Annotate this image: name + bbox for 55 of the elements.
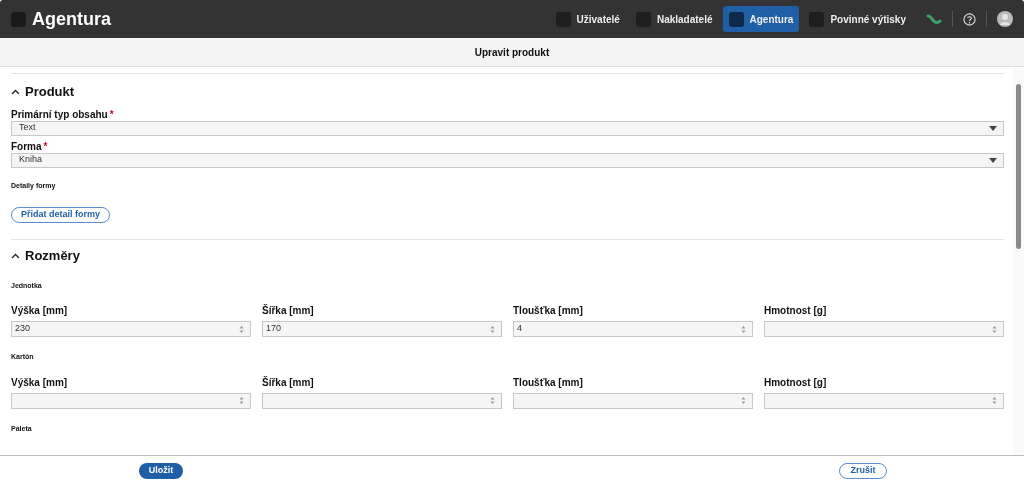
spinner-icon[interactable] [490, 324, 495, 334]
help-icon[interactable] [963, 12, 976, 26]
spinner-icon[interactable] [741, 396, 746, 405]
scrollbar[interactable] [1013, 67, 1024, 455]
select-field[interactable]: Text [11, 120, 1004, 136]
field-label: Výška [mm] [11, 304, 69, 318]
field-label: Tloušťka [mm] [513, 375, 584, 390]
logo-icon [11, 11, 26, 27]
field-label: Hmotnost [g] [764, 375, 828, 390]
spinner-icon[interactable] [239, 396, 244, 405]
section-title: Rozměry [25, 247, 80, 265]
number-field[interactable] [764, 392, 1004, 409]
caret-up-icon[interactable] [11, 88, 20, 95]
field-value: 4 [517, 322, 522, 336]
nav-icon [728, 11, 744, 27]
avatar-icon[interactable] [997, 11, 1013, 27]
field-label: Hmotnost [g] [764, 304, 828, 318]
caterpillar-icon[interactable] [926, 13, 942, 25]
required-mark: * [43, 139, 48, 154]
dialog-title: Upravit produkt [474, 45, 550, 60]
required-mark: * [109, 107, 114, 122]
scrollbar-thumb[interactable] [1016, 84, 1021, 249]
spinner-icon[interactable] [490, 396, 495, 405]
field-label: Šířka [mm] [262, 375, 315, 390]
nav-tab[interactable]: Agentura [722, 6, 800, 32]
field-value: 170 [266, 322, 282, 336]
nav-tab[interactable]: Uživatelé [549, 6, 626, 32]
caret-up-icon[interactable] [11, 252, 20, 259]
number-field[interactable]: 170 [262, 321, 502, 337]
number-field[interactable] [262, 392, 502, 409]
spinner-icon[interactable] [992, 396, 997, 405]
select-field[interactable]: Kniha [11, 152, 1004, 168]
add-detail-button[interactable]: Přidat detail formy [11, 206, 111, 223]
field-label: Tloušťka [mm] [513, 304, 584, 318]
nav-tab[interactable]: Nakladatelé [629, 6, 719, 32]
spinner-icon[interactable] [992, 324, 997, 334]
dropdown-arrow-icon [989, 125, 997, 131]
number-field[interactable]: 4 [513, 321, 753, 337]
spinner-icon[interactable] [239, 324, 244, 334]
cancel-button[interactable]: Zrušit [839, 462, 887, 479]
nav-tab[interactable]: Povinné výtisky [803, 6, 912, 32]
number-field[interactable]: 230 [11, 321, 251, 337]
field-label: Forma [11, 139, 42, 154]
section-title: Produkt [25, 83, 75, 101]
field-label: Šířka [mm] [262, 303, 315, 318]
app-title: Agentura [32, 7, 111, 31]
dropdown-arrow-icon [989, 157, 997, 163]
field-value: 230 [15, 322, 31, 336]
number-field[interactable] [764, 321, 1004, 337]
save-button[interactable]: Uložit [138, 462, 184, 479]
field-label: Výška [mm] [11, 375, 69, 390]
number-field[interactable] [11, 392, 251, 409]
field-label: Primární typ obsahu [11, 107, 108, 122]
number-field[interactable] [513, 392, 753, 409]
spinner-icon[interactable] [741, 324, 746, 334]
